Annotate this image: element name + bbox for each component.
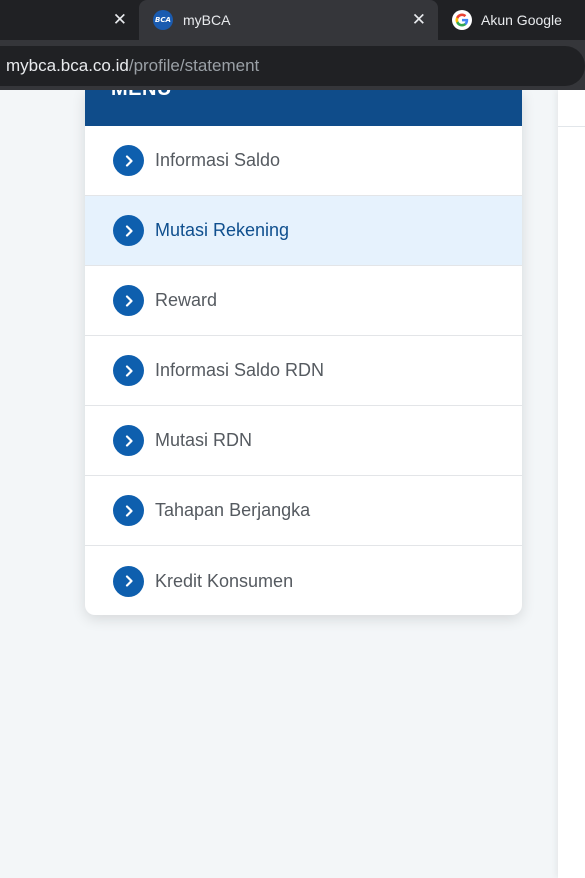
menu-item-label: Informasi Saldo RDN [155,360,325,380]
menu-card: MENU Informasi Saldo Mutasi Rekening Rew… [85,90,522,615]
menu-item-label: Mutasi Rekening [155,220,290,240]
bca-favicon-text: BCA [155,16,171,24]
chevron-right-icon [113,565,144,597]
chevron-right-icon [113,495,144,526]
menu-item-label: Mutasi RDN [155,430,253,450]
close-tab-icon[interactable]: ✕ [113,11,127,29]
menu-item-kredit-konsumen[interactable]: Kredit Konsumen [85,546,522,615]
chevron-right-icon [113,425,144,456]
tab-title: myBCA [183,12,231,28]
url-host: mybca.bca.co.id [6,56,129,75]
bca-favicon-icon: BCA [153,10,173,30]
menu-item-mutasi-rekening[interactable]: Mutasi Rekening [85,196,522,266]
menu-item-informasi-saldo[interactable]: Informasi Saldo [85,126,522,196]
menu-header: MENU [85,90,522,126]
chevron-right-icon [113,285,144,316]
menu-item-mutasi-rdn[interactable]: Mutasi RDN [85,406,522,476]
chevron-right-icon [113,355,144,386]
browser-tab-previous[interactable]: ✕ [0,0,139,40]
menu-header-label: MENU [111,90,172,101]
browser-tab-mybca[interactable]: BCA myBCA ✕ [139,0,438,40]
browser-toolbar: mybca.bca.co.id/profile/statement [0,40,585,90]
right-content-panel [558,90,585,878]
browser-tab-akun-google[interactable]: Akun Google [438,0,585,40]
menu-item-informasi-saldo-rdn[interactable]: Informasi Saldo RDN [85,336,522,406]
browser-tab-strip: ✕ BCA myBCA ✕ Akun Google [0,0,585,40]
menu-item-label: Kredit Konsumen [155,570,294,591]
google-icon [452,10,472,30]
tab-title: Akun Google [481,12,562,28]
chevron-right-icon [113,145,144,176]
url-path: /profile/statement [128,56,260,75]
chevron-right-icon [113,215,144,246]
menu-item-reward[interactable]: Reward [85,266,522,336]
menu-item-label: Informasi Saldo [155,150,281,170]
page-content: MENU Informasi Saldo Mutasi Rekening Rew… [0,90,585,878]
close-tab-icon[interactable]: ✕ [412,11,426,29]
address-bar[interactable]: mybca.bca.co.id/profile/statement [0,46,585,86]
divider [558,126,585,127]
menu-item-label: Tahapan Berjangka [155,500,311,520]
menu-item-tahapan-berjangka[interactable]: Tahapan Berjangka [85,476,522,546]
menu-item-label: Reward [155,290,218,310]
